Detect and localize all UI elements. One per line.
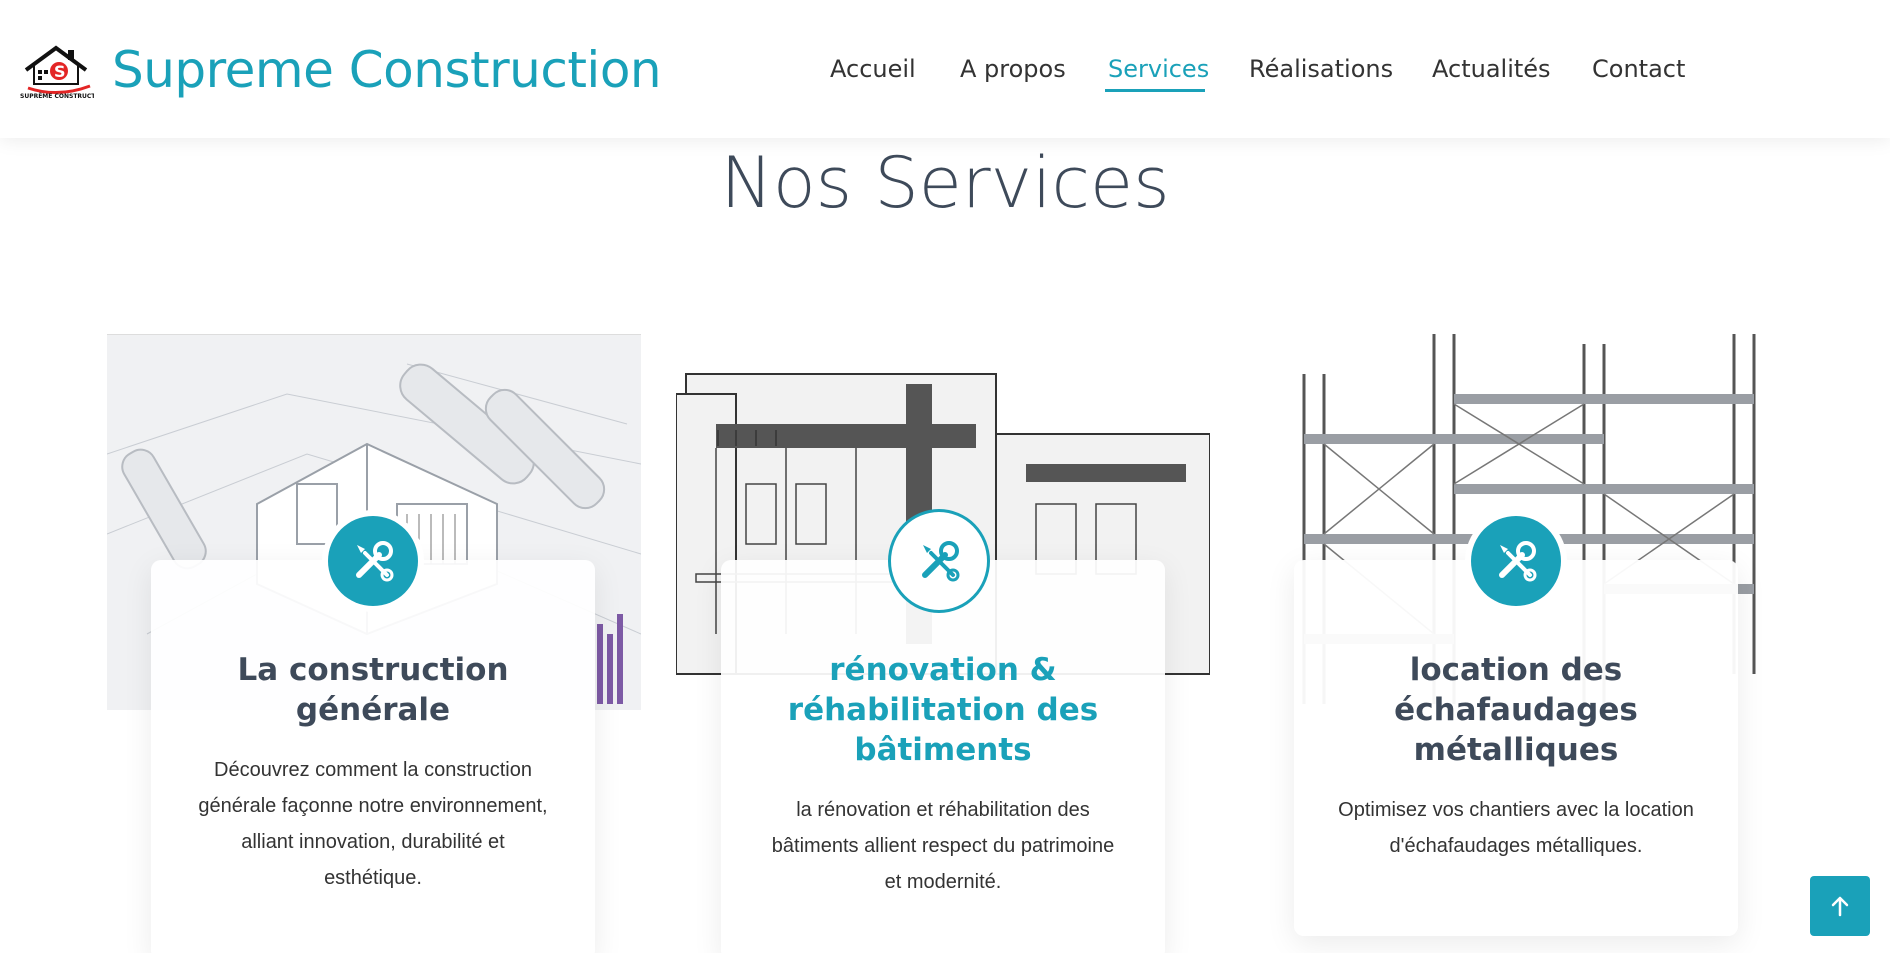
arrow-up-icon (1831, 896, 1849, 917)
service-title[interactable]: rénovation & réhabilitation des bâtiment… (721, 650, 1165, 770)
site-header: S SUPRÊME CONSTRUCTION Supreme Construct… (0, 0, 1890, 138)
service-icon-wrapper (322, 510, 424, 612)
nav-item-realisations[interactable]: Réalisations (1249, 50, 1393, 88)
nav-item-services[interactable]: Services (1108, 50, 1209, 88)
nav-item-actualites[interactable]: Actualités (1432, 50, 1551, 88)
active-nav-underline (1105, 89, 1205, 92)
service-icon-wrapper (888, 509, 990, 613)
service-title[interactable]: location des échafaudages métalliques (1294, 650, 1738, 770)
tools-icon (1471, 516, 1561, 606)
nav-item-a-propos[interactable]: A propos (960, 50, 1066, 88)
section-title: Nos Services (720, 142, 1170, 224)
nav-item-contact[interactable]: Contact (1592, 50, 1685, 88)
main-nav: Accueil A propos Services Réalisations A… (0, 50, 1890, 90)
tools-icon (328, 516, 418, 606)
tools-icon (888, 509, 990, 613)
service-description: Découvrez comment la construction généra… (198, 759, 548, 889)
service-description: Optimisez vos chantiers avec la location… (1338, 799, 1694, 857)
service-description: la rénovation et réhabilitation des bâti… (771, 799, 1115, 893)
svg-text:SUPRÊME CONSTRUCTION: SUPRÊME CONSTRUCTION (20, 92, 94, 100)
service-icon-wrapper (1465, 510, 1567, 612)
service-title[interactable]: La construction générale (151, 650, 595, 730)
back-to-top-button[interactable] (1810, 876, 1870, 936)
nav-item-accueil[interactable]: Accueil (830, 50, 916, 88)
